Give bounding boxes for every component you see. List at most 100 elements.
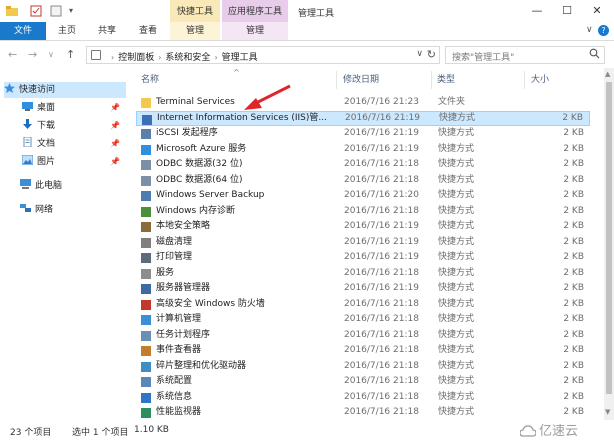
file-size: 2 KB — [563, 360, 584, 371]
file-row[interactable]: 磁盘清理 2016/7/16 21:19 快捷方式 2 KB — [136, 235, 590, 251]
server-icon — [141, 284, 151, 294]
search-icon[interactable] — [589, 48, 600, 59]
file-type: 文件夹 — [438, 97, 466, 107]
file-size: 2 KB — [563, 128, 584, 138]
file-type: 快捷方式 — [438, 205, 475, 216]
file-size: 2 KB — [563, 329, 584, 340]
file-type: 快捷方式 — [438, 360, 475, 371]
pin-icon[interactable]: 📌 — [110, 154, 120, 170]
file-size: 2 KB — [563, 159, 584, 169]
expand-ribbon-icon[interactable]: ∨ — [586, 25, 593, 35]
title-bar: ▾ 快捷工具 应用程序工具 管理工具 — ☐ ✕ — [0, 0, 614, 22]
file-row[interactable]: ODBC 数据源(64 位) 2016/7/16 21:18 快捷方式 2 KB — [136, 173, 590, 189]
file-row[interactable]: Microsoft Azure 服务 2016/7/16 21:19 快捷方式 2 K… — [136, 142, 590, 158]
file-date: 2016/7/16 21:18 — [344, 391, 419, 402]
pin-icon[interactable]: 📌 — [110, 136, 120, 152]
properties-icon[interactable] — [30, 5, 42, 17]
forward-button[interactable]: → — [28, 48, 37, 61]
scroll-thumb[interactable] — [606, 82, 612, 394]
file-date: 2016/7/16 21:18 — [344, 159, 419, 169]
window-title: 管理工具 — [298, 9, 335, 19]
tab-share[interactable]: 共享 — [88, 22, 126, 40]
file-type: 快捷方式 — [438, 283, 475, 293]
file-name: 本地安全策略 — [156, 221, 211, 231]
vertical-scrollbar[interactable]: ▲ ▼ — [604, 68, 614, 420]
file-type: 快捷方式 — [438, 174, 475, 185]
file-row[interactable]: 事件查看器 2016/7/16 21:18 快捷方式 2 KB — [136, 343, 590, 359]
recent-locations-dropdown[interactable]: ∨ — [48, 50, 54, 59]
tab-file[interactable]: 文件 — [0, 22, 46, 40]
tab-manage-shortcut[interactable]: 管理 — [170, 22, 220, 40]
quick-access-dropdown-icon[interactable]: ▾ — [64, 0, 78, 22]
file-type: 快捷方式 — [438, 376, 475, 386]
breadcrumb-control-panel[interactable]: 控制面板 — [118, 53, 154, 63]
desktop-icon — [22, 102, 33, 111]
address-dropdown-icon[interactable]: ∨ — [416, 49, 423, 59]
refresh-icon[interactable]: ↻ — [427, 48, 436, 61]
column-header-type[interactable]: 类型 — [437, 71, 455, 89]
back-button[interactable]: ← — [8, 48, 17, 61]
column-header-date[interactable]: 修改日期 — [343, 71, 379, 89]
file-row[interactable]: 系统信息 2016/7/16 21:18 快捷方式 2 KB — [136, 390, 590, 406]
file-row[interactable]: 计算机管理 2016/7/16 21:18 快捷方式 2 KB — [136, 312, 590, 328]
file-row[interactable]: 服务器管理器 2016/7/16 21:19 快捷方式 2 KB — [136, 281, 590, 297]
file-size: 2 KB — [563, 283, 584, 293]
file-row[interactable]: 性能监视器 2016/7/16 21:18 快捷方式 2 KB — [136, 405, 590, 421]
file-size: 2 KB — [563, 252, 584, 262]
breadcrumb-system-security[interactable]: 系统和安全 — [165, 53, 210, 63]
file-name: 高级安全 Windows 防火墙 — [156, 298, 265, 309]
file-row[interactable]: 打印管理 2016/7/16 21:19 快捷方式 2 KB — [136, 250, 590, 266]
file-name: iSCSI 发起程序 — [156, 128, 218, 138]
scroll-down-icon[interactable]: ▼ — [605, 408, 610, 416]
pin-icon[interactable]: 📌 — [110, 100, 120, 116]
file-date: 2016/7/16 21:18 — [344, 298, 419, 309]
tab-view[interactable]: 查看 — [128, 22, 168, 40]
nav-label: 快速访问 — [19, 85, 56, 95]
help-icon[interactable]: ? — [598, 25, 609, 36]
file-name: 碎片整理和优化驱动器 — [156, 360, 247, 371]
nav-network[interactable]: 网络 — [20, 202, 126, 218]
file-row[interactable]: Windows Server Backup 2016/7/16 21:20 快捷方式… — [136, 188, 590, 204]
pin-icon[interactable]: 📌 — [110, 118, 120, 134]
config-icon — [141, 377, 151, 387]
file-row[interactable]: ODBC 数据源(32 位) 2016/7/16 21:18 快捷方式 2 KB — [136, 157, 590, 173]
file-name: Microsoft Azure 服务 — [156, 143, 247, 154]
file-row[interactable]: 任务计划程序 2016/7/16 21:18 快捷方式 2 KB — [136, 328, 590, 344]
file-row[interactable]: Terminal Services 2016/7/16 21:23 文件夹 — [136, 95, 590, 111]
firewall-icon — [141, 299, 151, 310]
maximize-button[interactable]: ☐ — [552, 0, 582, 22]
column-header-name[interactable]: 名称 — [141, 71, 159, 89]
nav-quick-access[interactable]: 快速访问 — [4, 82, 126, 98]
odbc-icon — [141, 175, 151, 186]
address-field[interactable]: › 控制面板 › 系统和安全 › 管理工具 ∨ ↻ — [86, 46, 440, 64]
file-row[interactable]: Internet Information Services (IIS)管... 2… — [136, 110, 590, 126]
search-box[interactable]: 搜索"管理工具" — [445, 46, 605, 64]
file-row[interactable]: Windows 内存诊断 2016/7/16 21:18 快捷方式 2 KB — [136, 204, 590, 220]
nav-this-pc[interactable]: 此电脑 — [20, 178, 126, 194]
file-row[interactable]: 碎片整理和优化驱动器 2016/7/16 21:18 快捷方式 2 KB — [136, 359, 590, 375]
scroll-up-icon[interactable]: ▲ — [605, 70, 610, 78]
file-row[interactable]: iSCSI 发起程序 2016/7/16 21:19 快捷方式 2 KB — [136, 126, 590, 142]
tab-home[interactable]: 主页 — [48, 22, 86, 40]
nav-desktop[interactable]: 桌面 📌 — [22, 100, 126, 116]
column-header-size[interactable]: 大小 — [531, 71, 549, 89]
file-date: 2016/7/16 21:19 — [344, 143, 419, 154]
nav-documents[interactable]: 文档 📌 — [22, 136, 126, 152]
tab-manage-application[interactable]: 管理 — [222, 22, 288, 40]
new-folder-icon[interactable] — [50, 5, 62, 17]
close-button[interactable]: ✕ — [582, 0, 612, 22]
selection-count: 选中 1 个项目 — [72, 428, 129, 438]
file-row[interactable]: 高级安全 Windows 防火墙 2016/7/16 21:18 快捷方式 2 KB — [136, 297, 590, 313]
up-button[interactable]: ↑ — [66, 48, 75, 61]
file-row[interactable]: 系统配置 2016/7/16 21:18 快捷方式 2 KB — [136, 374, 590, 390]
file-row[interactable]: 服务 2016/7/16 21:18 快捷方式 2 KB — [136, 266, 590, 282]
minimize-button[interactable]: — — [522, 0, 552, 22]
documents-icon — [23, 137, 32, 147]
nav-pictures[interactable]: 图片 📌 — [22, 154, 126, 170]
file-row[interactable]: 本地安全策略 2016/7/16 21:19 快捷方式 2 KB — [136, 219, 590, 235]
breadcrumb-admin-tools[interactable]: 管理工具 — [222, 53, 258, 63]
nav-downloads[interactable]: 下载 📌 — [22, 118, 126, 134]
file-name: 磁盘清理 — [156, 236, 193, 247]
watermark: 亿速云 — [520, 420, 578, 439]
nav-label: 图片 — [37, 157, 56, 167]
